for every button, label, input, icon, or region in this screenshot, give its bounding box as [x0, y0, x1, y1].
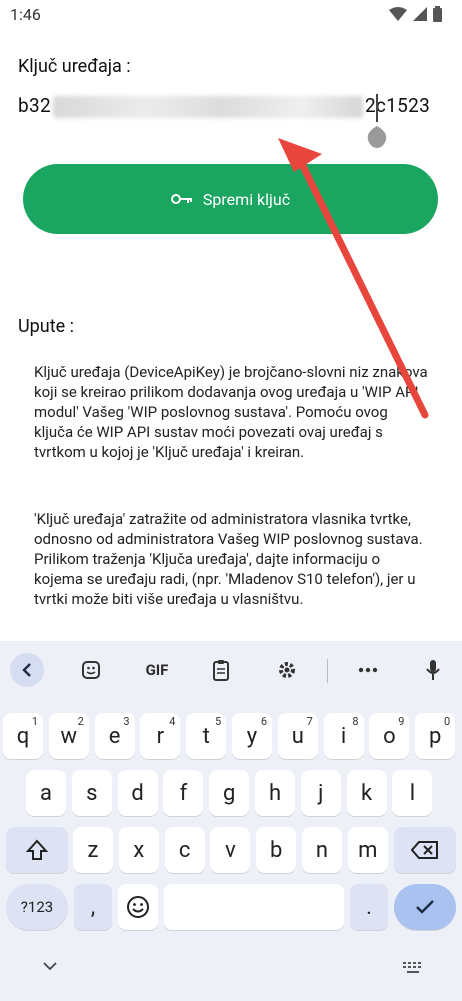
key-hint: 9: [398, 715, 405, 728]
key-icon: [170, 194, 192, 204]
symbols-key[interactable]: ?123: [6, 884, 68, 930]
device-key-input[interactable]: b32 2c1523: [18, 94, 438, 128]
clipboard-icon[interactable]: [204, 653, 238, 687]
save-key-button[interactable]: Spremi ključ: [23, 164, 438, 234]
settings-icon[interactable]: [270, 653, 304, 687]
signal-icon: [413, 7, 427, 21]
key-o[interactable]: 9o: [369, 713, 410, 759]
shift-key[interactable]: [6, 827, 68, 873]
backspace-icon: [411, 841, 438, 859]
key-hint: 0: [444, 715, 451, 728]
key-hint: 1: [31, 715, 38, 728]
backspace-key[interactable]: [394, 827, 456, 873]
emoji-icon: [127, 896, 149, 918]
key-label: i: [340, 723, 347, 749]
key-label: p: [429, 723, 442, 749]
comma-key[interactable]: ,: [74, 884, 112, 930]
key-value-prefix: b32: [18, 94, 51, 117]
key-y[interactable]: 6y: [232, 713, 272, 759]
sticker-icon[interactable]: [74, 653, 108, 687]
key-g[interactable]: g: [209, 770, 250, 816]
key-label: w: [60, 723, 78, 749]
key-label: t: [202, 723, 210, 749]
status-icons: [389, 6, 442, 22]
chevron-down-icon[interactable]: [42, 961, 58, 971]
key-value-suffix: 2c1523: [364, 94, 431, 117]
more-icon[interactable]: [351, 653, 385, 687]
key-label: o: [383, 723, 396, 749]
key-w[interactable]: 2w: [48, 713, 89, 759]
key-u[interactable]: 7u: [277, 713, 318, 759]
gif-button[interactable]: GIF: [140, 653, 174, 687]
key-hint: 4: [169, 715, 176, 728]
toolbar-divider: [327, 659, 328, 683]
cursor-handle[interactable]: [366, 124, 388, 148]
key-hint: 6: [260, 715, 267, 728]
key-label: r: [156, 723, 165, 749]
key-hint: 8: [352, 715, 359, 728]
status-time: 1:46: [10, 5, 41, 24]
key-m[interactable]: m: [347, 827, 388, 873]
checkmark-icon: [416, 900, 434, 914]
key-hint: 2: [77, 715, 84, 728]
key-h[interactable]: h: [255, 770, 295, 816]
space-key[interactable]: [164, 884, 344, 930]
period-key[interactable]: .: [350, 884, 388, 930]
key-s[interactable]: s: [71, 770, 112, 816]
battery-icon: [433, 6, 442, 22]
status-bar: 1:46: [0, 0, 462, 32]
key-r[interactable]: 4r: [140, 713, 181, 759]
key-x[interactable]: x: [118, 827, 159, 873]
key-value-redacted: [52, 95, 363, 118]
wifi-icon: [389, 7, 407, 21]
instructions-paragraph-1: Ključ uređaja (DeviceApiKey) je brojčano…: [34, 363, 428, 461]
key-i[interactable]: 8i: [323, 713, 364, 759]
instructions-title: Upute :: [18, 316, 74, 337]
key-hint: 7: [306, 715, 313, 728]
key-label: q: [16, 723, 30, 749]
emoji-key[interactable]: [118, 884, 158, 930]
key-a[interactable]: a: [26, 770, 66, 816]
key-field-label: Ključ uređaja :: [18, 56, 131, 77]
keyboard-toolbar: GIF: [0, 641, 462, 699]
key-b[interactable]: b: [256, 827, 297, 873]
instructions-paragraph-2: 'Ključ uređaja' zatražite od administrat…: [34, 510, 423, 608]
key-label: y: [246, 723, 258, 749]
key-f[interactable]: f: [163, 770, 204, 816]
key-label: e: [108, 723, 121, 749]
text-cursor: [376, 94, 378, 122]
key-t[interactable]: 5t: [186, 713, 227, 759]
key-z[interactable]: z: [73, 827, 113, 873]
key-v[interactable]: v: [210, 827, 251, 873]
key-q[interactable]: 1q: [3, 713, 43, 759]
shift-icon: [26, 839, 48, 860]
save-key-label: Spremi ključ: [202, 189, 291, 209]
key-hint: 5: [215, 715, 222, 728]
on-screen-keyboard: GIF ?123 , . 1q2w3e4r5t6y7u8i9o0pasdfgh: [0, 641, 462, 1001]
key-l[interactable]: l: [392, 770, 433, 816]
key-d[interactable]: d: [117, 770, 158, 816]
key-hint: 3: [123, 715, 130, 728]
key-e[interactable]: 3e: [94, 713, 135, 759]
keyboard-switch-icon[interactable]: [402, 961, 424, 975]
mic-icon[interactable]: [416, 653, 450, 687]
key-k[interactable]: k: [346, 770, 387, 816]
key-c[interactable]: c: [164, 827, 205, 873]
key-p[interactable]: 0p: [415, 713, 456, 759]
key-n[interactable]: n: [302, 827, 342, 873]
enter-key[interactable]: [394, 884, 456, 930]
key-j[interactable]: j: [300, 770, 341, 816]
key-label: u: [291, 723, 304, 749]
back-icon[interactable]: [10, 653, 44, 687]
